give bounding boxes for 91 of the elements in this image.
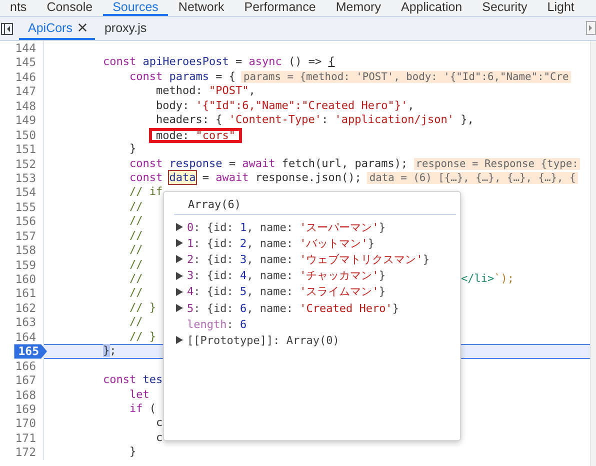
code-text: const: [129, 170, 164, 184]
code-text: // }: [129, 330, 156, 343]
line-number[interactable]: 145: [15, 55, 43, 70]
code-text: //: [129, 258, 143, 271]
code-text: const response = await fetch(url, params);: [129, 156, 408, 170]
code-text: const params = {: [129, 70, 236, 83]
panel-tab[interactable]: Security: [472, 0, 538, 16]
code-text: </li>`);: [461, 272, 514, 286]
code-text: c: [156, 416, 163, 430]
property-text: 2: {id: 3, name: 'ウェブマトリクスマン'}: [187, 252, 430, 267]
line-number[interactable]: 152: [15, 156, 43, 171]
code-text: const apiHeroesPost = async () => {: [102, 55, 335, 68]
inline-value: params = {method: 'POST', body: '{"Id":6,"Name":"Cre: [241, 70, 571, 83]
code-text: // }: [129, 300, 156, 314]
line-number[interactable]: 168: [15, 388, 43, 402]
line-number[interactable]: 149: [15, 113, 43, 128]
expand-arrow-icon[interactable]: [176, 288, 183, 296]
code-text: mode: "cors": [156, 128, 236, 142]
code-text: method: "POST",: [156, 84, 256, 98]
line-number[interactable]: 151: [15, 142, 43, 156]
line-number[interactable]: 161: [15, 286, 43, 301]
property-text: 5: {id: 6, name: 'Created Hero'}: [187, 302, 399, 315]
expand-arrow-icon[interactable]: [176, 239, 183, 248]
line-number[interactable]: 164: [15, 330, 43, 344]
code-text: c: [156, 430, 163, 444]
line-number[interactable]: 159: [15, 258, 43, 272]
line-number[interactable]: 158: [15, 243, 43, 258]
inline-value: data = (6) [{…}, {…}, {…}, {…}, {: [367, 172, 578, 184]
expand-arrow-icon[interactable]: [176, 255, 183, 264]
code-text: //: [129, 315, 143, 328]
expand-arrow-icon[interactable]: [176, 336, 183, 344]
panel-tab[interactable]: Network: [168, 0, 234, 16]
line-number[interactable]: 144: [15, 41, 43, 56]
expand-arrow-icon[interactable]: [176, 304, 183, 312]
sidebar-toggle-icon[interactable]: [1, 23, 13, 35]
property-text: length: 6: [187, 318, 247, 331]
code-text: const tes: [102, 373, 163, 386]
panel-tab[interactable]: Memory: [326, 0, 391, 16]
line-number[interactable]: 170: [15, 416, 43, 431]
code-text: //: [129, 228, 143, 242]
code-text: let: [129, 388, 150, 400]
panel-toggle-icon[interactable]: [586, 21, 596, 35]
code-text: }: [129, 445, 136, 458]
code-text: //: [129, 200, 143, 213]
line-number[interactable]: 154: [15, 185, 43, 200]
code-text: //: [129, 286, 143, 300]
code-text: = await response.json();: [202, 170, 362, 184]
panel-tab[interactable]: Application: [390, 0, 472, 16]
code-text: // if: [129, 185, 163, 198]
line-number[interactable]: 148: [15, 98, 43, 114]
line-number[interactable]: 153: [15, 170, 43, 186]
line-number[interactable]: 155: [15, 200, 43, 214]
expand-arrow-icon[interactable]: [176, 223, 183, 232]
file-tab[interactable]: proxy.js: [95, 17, 155, 40]
line-number[interactable]: 157: [15, 228, 43, 244]
code-text: headers: { 'Content-Type': 'application/json' },: [156, 113, 474, 126]
close-icon[interactable]: [78, 23, 88, 32]
property-text: 4: {id: 5, name: 'スライムマン'}: [187, 284, 386, 300]
property-text: 1: {id: 2, name: 'バットマン'}: [187, 236, 374, 251]
line-number[interactable]: 163: [15, 315, 43, 330]
line-number[interactable]: 167: [15, 373, 43, 388]
code-text: }: [129, 142, 136, 156]
panel-tab[interactable]: Light: [537, 0, 584, 16]
line-number[interactable]: 156: [15, 214, 43, 229]
code-text: //: [129, 243, 143, 256]
hovered-variable[interactable]: data: [168, 170, 197, 185]
line-number[interactable]: 169: [15, 402, 43, 416]
code-text: if (: [129, 402, 156, 415]
line-number[interactable]: 165: [14, 344, 47, 359]
line-number[interactable]: 171: [15, 430, 43, 446]
line-number[interactable]: 162: [15, 300, 43, 316]
expand-arrow-icon[interactable]: [176, 272, 183, 280]
line-number[interactable]: 147: [15, 84, 43, 99]
line-number[interactable]: 166: [15, 358, 43, 374]
line-number[interactable]: 150: [15, 128, 43, 142]
panel-tab[interactable]: Performance: [234, 0, 326, 16]
popover-title: Array(6): [174, 195, 456, 215]
property-text: 3: {id: 4, name: 'チャッカマン'}: [187, 268, 386, 284]
line-number[interactable]: 146: [15, 70, 43, 84]
code-text: //: [129, 272, 143, 285]
panel-tab[interactable]: nts: [0, 0, 37, 16]
line-number[interactable]: 172: [15, 445, 43, 460]
code-text: body: '{"Id":6,"Name":"Created Hero"}',: [156, 98, 414, 112]
line-number[interactable]: 160: [15, 272, 43, 286]
property-text: 0: {id: 1, name: 'スーパーマン'}: [187, 220, 386, 235]
scrollbar[interactable]: [590, 41, 596, 466]
code-text: };: [102, 344, 116, 358]
property-text: [[Prototype]]: Array(0): [187, 334, 340, 347]
inline-value: response = Response {type:: [414, 158, 580, 170]
panel-tab[interactable]: Console: [36, 0, 103, 16]
code-text: //: [129, 214, 143, 228]
